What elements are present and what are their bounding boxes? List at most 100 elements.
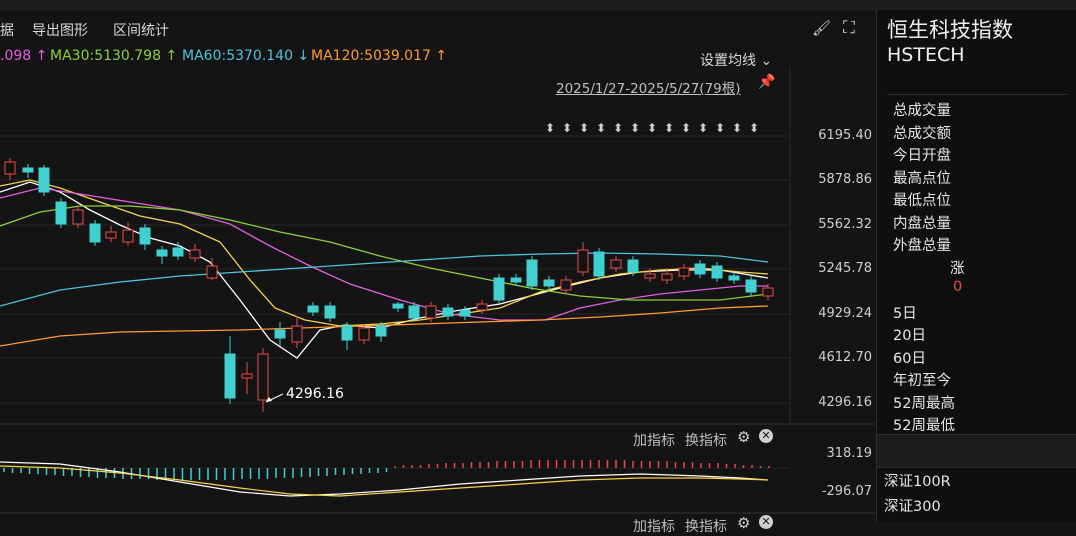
candle-body [493,277,505,301]
add-indicator-button-2[interactable]: 加指标 [633,516,675,536]
event-arrow-icon: ⬍ [613,121,623,135]
candle-body [459,309,471,317]
event-arrow-icon: ⬍ [749,121,759,135]
candle-body [274,329,286,339]
dif-line [0,461,769,497]
period-5d: 5日 [893,306,917,322]
candle-body [156,249,168,257]
candle-body [241,373,253,379]
macd-bars [3,460,770,480]
candle-body [762,287,774,297]
related-index-item[interactable]: 深证100R [884,470,951,491]
kline-chart-panel[interactable]: 据 导出图形 区间统计 🖌 ⛶ .098 ↑ MA30:5130.798 ↑ M… [0,10,875,535]
event-arrow-icon: ⬍ [715,121,725,135]
event-arrow-icon: ⬍ [579,121,589,135]
candle-body [4,161,16,175]
candle-body [122,229,134,243]
price-tick: 6195.40 [818,128,872,143]
candle-body [425,305,437,319]
field-high: 最高点位 [893,171,951,187]
event-arrow-icon: ⬍ [732,121,742,135]
candle-body [375,325,387,337]
candle-body [139,227,151,245]
field-total-turnover: 总成交额 [893,126,951,142]
event-arrow-icon: ⬍ [681,121,691,135]
price-tick: 4929.24 [818,306,872,321]
gear-icon[interactable]: ⚙ [737,428,750,446]
close-icon[interactable]: ✕ [759,429,773,443]
candles [4,158,774,412]
candle-body [745,279,757,293]
ma10-line [0,179,769,327]
candle-body [543,279,555,287]
candle-body [89,223,101,243]
indicator-min: -296.07 [821,484,872,499]
candle-body [307,305,319,313]
field-low: 最低点位 [893,193,951,209]
event-arrow-icon: ⬍ [596,121,606,135]
candle-body [105,231,117,239]
ma60-line [0,252,769,307]
candle-body [358,327,370,341]
event-arrow-icon: ⬍ [562,121,572,135]
candle-body [392,303,404,309]
candle-body [324,305,336,319]
candle-body [206,265,218,279]
related-index-item[interactable]: 深证300 [884,495,941,516]
candle-body [476,303,488,311]
switch-indicator-button[interactable]: 换指标 [685,430,727,450]
period-52w-low: 52周最低 [893,418,955,434]
price-tick: 4296.16 [818,395,872,410]
close-icon[interactable]: ✕ [759,515,773,529]
candle-body [661,273,673,281]
event-arrow-icon: ⬍ [630,121,640,135]
indicator-max: 318.19 [826,446,873,461]
rise-label: 涨 [950,261,965,277]
candle-body [189,249,201,259]
candle-body [644,273,656,279]
event-arrows: ⬍ ⬍ ⬍ ⬍ ⬍ ⬍ ⬍ ⬍ ⬍ ⬍ ⬍ ⬍ ⬍ [545,121,759,135]
event-arrow-icon: ⬍ [647,121,657,135]
field-today-open: 今日开盘 [893,148,951,164]
candle-body [728,275,740,281]
candle-body [510,277,522,283]
low-marker: 4296.16 [286,386,344,402]
sidebar-divider [887,94,1067,95]
candle-body [560,279,572,291]
gear-icon[interactable]: ⚙ [737,514,750,532]
candle-body [341,325,353,341]
rise-value: 0 [953,279,963,295]
quote-sidebar: 恒生科技指数 HSTECH [876,10,1076,522]
period-52w-high: 52周最高 [893,396,955,412]
period-ytd: 年初至今 [893,373,951,389]
candle-body [694,263,706,275]
index-code: HSTECH [887,44,965,66]
candle-body [442,307,454,317]
candle-body [408,305,420,319]
field-inner-volume: 内盘总量 [893,216,951,232]
ma30-line [0,205,769,301]
event-arrow-icon: ⬍ [545,121,555,135]
candle-body [678,267,690,277]
event-arrow-icon: ⬍ [698,121,708,135]
price-tick: 5562.32 [818,217,872,232]
candle-body [172,247,184,257]
candle-body [22,167,34,173]
candle-body [577,249,589,273]
candle-body [291,325,303,343]
candle-body [593,251,605,277]
period-60d: 60日 [893,351,926,367]
candle-body [610,259,622,269]
candle-body [526,259,538,287]
candle-body [627,259,639,273]
sidebar-band [877,434,1076,468]
add-indicator-button[interactable]: 加指标 [633,430,675,450]
candle-body [38,167,50,193]
index-title: 恒生科技指数 [887,18,1013,42]
switch-indicator-button-2[interactable]: 换指标 [685,516,727,536]
field-outer-volume: 外盘总量 [893,238,951,254]
price-tick: 5245.78 [818,261,872,276]
candle-body [224,353,236,399]
event-arrow-icon: ⬍ [664,121,674,135]
candle-body [72,209,84,225]
